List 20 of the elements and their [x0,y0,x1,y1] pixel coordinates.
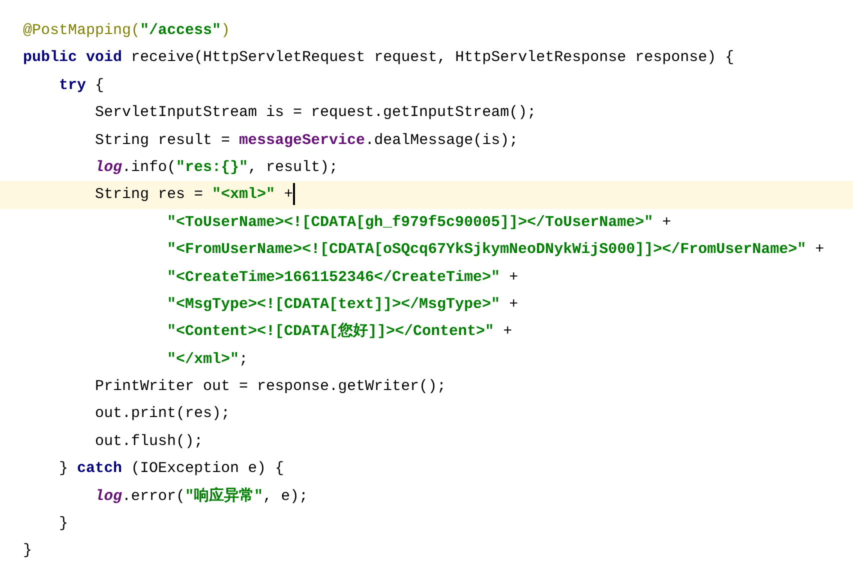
code-line: out.flush(); [94,432,204,452]
code-line: } catch (IOException e) { [58,459,286,480]
text-cursor [293,183,296,206]
code-line: log.info("res:{}", result); [94,158,340,178]
code-line: "<FromUserName><![CDATA[oSQcq67YkSjkymNeoDNykWijS000]]></FromUserName>" + [166,240,826,260]
code-line: try { [58,76,106,96]
code-line: "<Content><![CDATA[您好]]></Content>" + [166,322,514,342]
code-line: "<ToUserName><![CDATA[gh_f979f5c90005]]></ToUserName>" + [166,212,672,233]
code-line: log.error("响应异常", e); [94,486,310,507]
code-line: } [58,514,70,534]
code-line: "</xml>"; [166,350,250,370]
code-line: out.print(res); [94,404,232,424]
code-line: ServletInputStream is = request.getInputStream(); [94,103,538,124]
code-line: public void receive(HttpServletRequest request, HttpServletResponse response) { [22,48,736,68]
code-line: } [22,541,34,562]
code-line: "<MsgType><![CDATA[text]]></MsgType>" + [166,294,520,315]
code-line: @PostMapping("/access") [22,21,232,41]
code-line: String result = messageService.dealMessage(is); [94,130,520,151]
code-line: "<CreateTime>1661152346</CreateTime>" + [166,268,520,288]
code-line: PrintWriter out = response.getWriter(); [94,377,448,398]
